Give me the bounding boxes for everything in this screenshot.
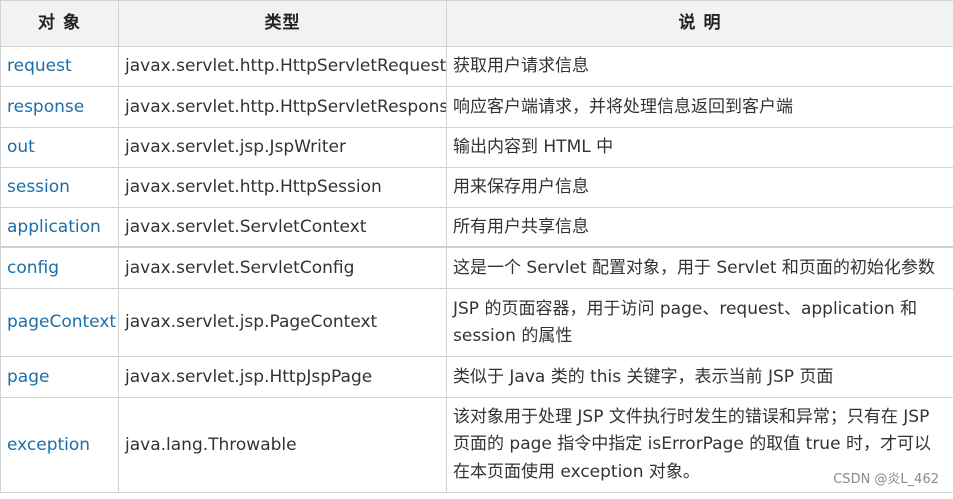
object-description: 所有用户共享信息 xyxy=(446,207,953,248)
object-type: javax.servlet.jsp.PageContext xyxy=(118,288,447,357)
object-type: javax.servlet.ServletConfig xyxy=(118,246,447,289)
object-name[interactable]: page xyxy=(0,356,119,398)
object-type: javax.servlet.jsp.HttpJspPage xyxy=(118,356,447,398)
object-name[interactable]: response xyxy=(0,86,119,128)
table-header: 对 象 类型 说 明 xyxy=(0,0,953,47)
object-name[interactable]: exception xyxy=(0,397,119,493)
object-type: java.lang.Throwable xyxy=(118,397,447,493)
jsp-implicit-objects-table: 对 象 类型 说 明 request javax.servlet.http.Ht… xyxy=(0,0,953,493)
csdn-watermark: CSDN @炎L_462 xyxy=(833,472,939,487)
object-name[interactable]: session xyxy=(0,167,119,208)
table-body: request javax.servlet.http.HttpServletRe… xyxy=(0,46,953,493)
table-row: session javax.servlet.http.HttpSession 用… xyxy=(0,167,953,208)
object-description: 这是一个 Servlet 配置对象，用于 Servlet 和页面的初始化参数 xyxy=(446,246,953,289)
object-name[interactable]: out xyxy=(0,127,119,168)
table-row: page javax.servlet.jsp.HttpJspPage 类似于 J… xyxy=(0,356,953,398)
table-row: out javax.servlet.jsp.JspWriter 输出内容到 HT… xyxy=(0,127,953,168)
header-row: 对 象 类型 说 明 xyxy=(0,0,953,47)
object-name[interactable]: request xyxy=(0,46,119,87)
table-row: config javax.servlet.ServletConfig 这是一个 … xyxy=(0,246,953,289)
table-row: response javax.servlet.http.HttpServletR… xyxy=(0,86,953,128)
header-type: 类型 xyxy=(118,0,447,47)
object-description: JSP 的页面容器，用于访问 page、request、application … xyxy=(446,288,953,357)
object-name[interactable]: config xyxy=(0,246,119,289)
header-object: 对 象 xyxy=(0,0,119,47)
object-name[interactable]: pageContext xyxy=(0,288,119,357)
object-type: javax.servlet.ServletContext xyxy=(118,207,447,248)
header-description: 说 明 xyxy=(446,0,953,47)
object-type: javax.servlet.http.HttpSession xyxy=(118,167,447,208)
table-row: exception java.lang.Throwable 该对象用于处理 JS… xyxy=(0,397,953,493)
object-description: 输出内容到 HTML 中 xyxy=(446,127,953,168)
table-row: request javax.servlet.http.HttpServletRe… xyxy=(0,46,953,87)
object-description: 响应客户端请求，并将处理信息返回到客户端 xyxy=(446,86,953,128)
table-row: pageContext javax.servlet.jsp.PageContex… xyxy=(0,288,953,357)
object-description: 获取用户请求信息 xyxy=(446,46,953,87)
object-description: 类似于 Java 类的 this 关键字，表示当前 JSP 页面 xyxy=(446,356,953,398)
object-type: javax.servlet.http.HttpServletResponse xyxy=(118,86,447,128)
table-row: application javax.servlet.ServletContext… xyxy=(0,207,953,248)
object-type: javax.servlet.jsp.JspWriter xyxy=(118,127,447,168)
object-description: 用来保存用户信息 xyxy=(446,167,953,208)
object-name[interactable]: application xyxy=(0,207,119,248)
object-type: javax.servlet.http.HttpServletRequest xyxy=(118,46,447,87)
